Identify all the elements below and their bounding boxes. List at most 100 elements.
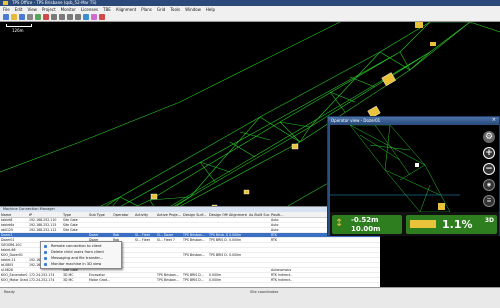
table-cell: RTK Indirect...	[271, 278, 292, 282]
table-row[interactable]: KOO_Motor Grader...172.24.252.174 3D MC Mo…	[0, 278, 380, 283]
layers-icon[interactable]	[83, 14, 89, 20]
table-cell	[62, 233, 88, 237]
table-cell: 0.000m	[229, 238, 242, 242]
table-cell	[270, 253, 292, 257]
mode-badge: 3D	[484, 217, 494, 224]
vertical-cut-value: -0.52m	[351, 216, 379, 224]
col-activity[interactable]: Activity	[134, 212, 156, 217]
col-subtype[interactable]: Sub Type	[88, 212, 112, 217]
table-cell	[134, 228, 156, 232]
col-operator[interactable]: Operator	[112, 212, 134, 217]
operator-view-window: Operator view - Dozer01 × ⚙ + − ◉ ☰ ↕ -0…	[327, 116, 500, 236]
table-cell: RTK	[271, 233, 278, 237]
col-ip[interactable]: IP	[28, 212, 62, 217]
table-cell: KOO_Dozer01	[1, 253, 23, 257]
status-center: Site coordinates	[250, 290, 279, 294]
table-cell	[134, 253, 156, 257]
status-text: Ready	[4, 290, 15, 294]
table-cell	[248, 278, 270, 282]
col-as-built[interactable]: As Built Sur...	[248, 212, 270, 217]
col-type[interactable]: Type	[62, 212, 88, 217]
measure-icon[interactable]	[91, 14, 97, 20]
table-cell: bf-0805	[1, 263, 14, 267]
view-eye-icon[interactable]: ◉	[483, 179, 495, 191]
table-cell: Dozer2	[1, 233, 13, 237]
pan-icon[interactable]	[67, 14, 73, 20]
zoom-in-button[interactable]: +	[483, 147, 495, 159]
message-icon	[44, 256, 47, 260]
table-cell	[228, 248, 248, 252]
menu-project[interactable]: Project	[42, 7, 56, 12]
table-cell: TPS Brisban...	[157, 278, 179, 282]
menu-grid[interactable]: Grid	[157, 7, 165, 12]
table-cell: tablet-66	[1, 248, 16, 252]
new-icon[interactable]	[3, 14, 9, 20]
table-cell: 0.000m	[229, 253, 242, 257]
col-alignment[interactable]: Alignment	[228, 212, 248, 217]
table-cell: Autonomous	[271, 268, 292, 272]
table-cell	[134, 223, 156, 227]
col-active-project[interactable]: Active Proje...	[156, 212, 182, 217]
table-cell	[228, 278, 248, 282]
slope-panel: 1.1% 3D	[406, 215, 497, 234]
table-cell	[112, 223, 134, 227]
menu-tbe[interactable]: TBE	[103, 7, 111, 12]
table-cell: Excavator	[89, 273, 105, 277]
open-folder-icon[interactable]	[11, 14, 17, 20]
table-cell	[134, 263, 156, 267]
menu-edit[interactable]: Edit	[15, 7, 23, 12]
table-cell: 0.000m	[209, 273, 222, 277]
menu-item-monitor-3d[interactable]: Monitor machine in 3D view	[41, 261, 121, 267]
list-icon[interactable]: ☰	[483, 195, 495, 207]
table-cell: Sl... Dozer	[157, 233, 174, 237]
print-icon[interactable]	[27, 14, 33, 20]
col-design-surface[interactable]: Design Surf...	[182, 212, 208, 217]
close-icon[interactable]: ×	[492, 117, 496, 124]
table-cell: Auto	[271, 218, 279, 222]
table-cell	[228, 258, 248, 262]
table-cell	[208, 268, 228, 272]
table-cell	[270, 248, 292, 252]
table-cell: GEOSR6-10C	[1, 243, 22, 247]
menu-licenses[interactable]: Licenses	[81, 7, 98, 12]
remote-icon	[44, 244, 47, 248]
record-icon[interactable]	[99, 14, 105, 20]
table-cell	[156, 253, 182, 257]
save-icon[interactable]	[19, 14, 25, 20]
table-cell	[134, 248, 156, 252]
settings-icon[interactable]: ⚙	[483, 131, 495, 143]
zoom-out-button[interactable]: −	[483, 163, 495, 175]
menu-file[interactable]: File	[3, 7, 10, 12]
menu-alignment[interactable]: Alignment	[116, 7, 137, 12]
table-cell	[182, 228, 208, 232]
refresh-icon[interactable]	[35, 14, 41, 20]
menu-tools[interactable]: Tools	[170, 7, 180, 12]
menu-item-label: Monitor machine in 3D view	[51, 262, 102, 266]
operator-view-titlebar[interactable]: Operator view - Dozer01 ×	[328, 117, 499, 124]
menu-help[interactable]: Help	[206, 7, 215, 12]
zoom-out-icon[interactable]	[59, 14, 65, 20]
operator-toolbar: ⚙ + − ◉ ☰	[481, 129, 497, 207]
table-cell	[228, 263, 248, 267]
menu-window[interactable]: Window	[185, 7, 201, 12]
table-cell: Sl... Fleet	[135, 238, 150, 242]
table-cell: 192.168.252.110	[29, 218, 57, 222]
horizontal-offset-value: 10.00m	[351, 225, 381, 233]
col-design-offset[interactable]: Design Offs...	[208, 212, 228, 217]
table-cell: Sl... Fleet	[135, 233, 150, 237]
table-cell	[228, 218, 248, 222]
stop-icon[interactable]	[43, 14, 49, 20]
col-position[interactable]: Positi...	[270, 212, 292, 217]
table-cell	[182, 258, 208, 262]
scale-label: 126m	[12, 28, 24, 33]
menu-view[interactable]: View	[27, 7, 37, 12]
menu-plans[interactable]: Plans	[141, 7, 152, 12]
zoom-in-icon[interactable]	[51, 14, 57, 20]
zoom-extents-icon[interactable]	[75, 14, 81, 20]
table-cell	[156, 243, 182, 247]
table-cell	[134, 268, 156, 272]
operator-view-canvas[interactable]: ⚙ + − ◉ ☰ ↕ -0.52m 10.00m 1.1% 3D	[330, 125, 499, 236]
table-cell	[248, 243, 270, 247]
col-name[interactable]: Name	[0, 212, 28, 217]
menu-monitor[interactable]: Monitor	[61, 7, 76, 12]
